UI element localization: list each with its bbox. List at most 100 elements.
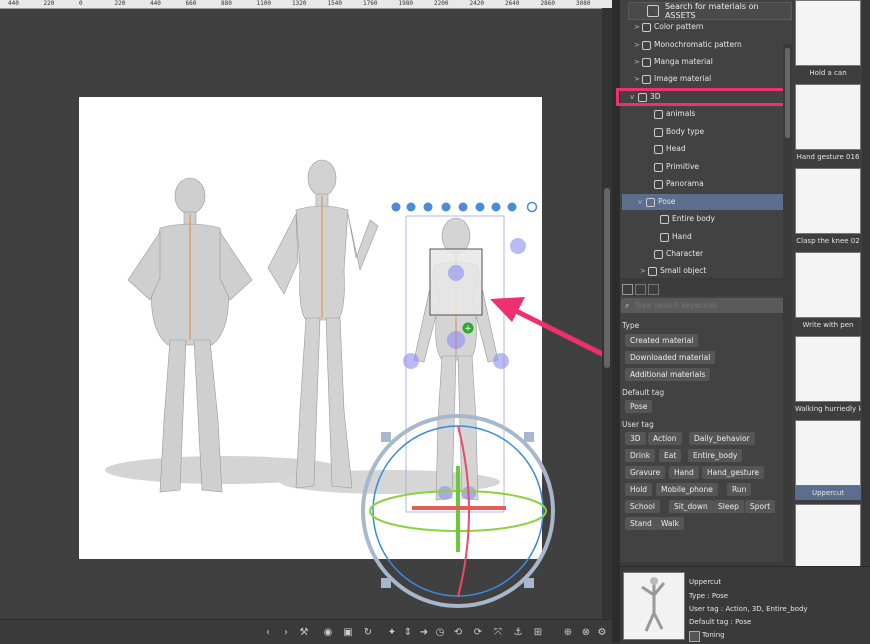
tag-button[interactable]: Mobile_phone bbox=[656, 483, 718, 496]
annotation-arrow bbox=[490, 297, 612, 362]
tag-button[interactable]: Hold bbox=[625, 483, 653, 496]
rotate-icon[interactable]: ↻ bbox=[360, 624, 376, 640]
search-assets-button[interactable]: Search for materials on ASSETS bbox=[628, 2, 792, 20]
tag-button[interactable]: Downloaded material bbox=[625, 351, 716, 364]
chevron-icon[interactable]: v bbox=[630, 89, 638, 105]
chevron-icon[interactable]: > bbox=[634, 54, 642, 70]
tag-button[interactable]: Eat bbox=[659, 449, 682, 462]
tree-item[interactable]: > Monochromatic pattern bbox=[634, 37, 742, 53]
reset-icon[interactable]: ⟲ bbox=[450, 624, 466, 640]
chevron-icon[interactable]: > bbox=[634, 71, 642, 87]
thumbnail-item[interactable]: Write with pen bbox=[795, 252, 861, 332]
lock-icon[interactable]: ⊕ bbox=[560, 624, 576, 640]
tree-item[interactable]: Body type bbox=[646, 124, 704, 140]
tree-item[interactable]: Entire body bbox=[652, 211, 715, 227]
camera-icon[interactable]: ◉ bbox=[320, 624, 336, 640]
tag-button[interactable]: Walk bbox=[656, 517, 684, 530]
anchor-icon[interactable]: ⚓ bbox=[510, 624, 526, 640]
folder-icon[interactable] bbox=[622, 284, 633, 295]
thumbnail-item[interactable]: Hold a can bbox=[795, 0, 861, 80]
toning-checkbox[interactable] bbox=[689, 631, 700, 642]
tag-button[interactable]: Hand bbox=[669, 466, 699, 479]
chevron-icon[interactable]: > bbox=[640, 263, 648, 279]
tag-scrollbar[interactable] bbox=[783, 296, 792, 562]
rotation-gizmo bbox=[361, 414, 555, 608]
thumbnail-item[interactable]: Clasp the knee 02 bbox=[795, 168, 861, 248]
tag-button[interactable]: Hand_gesture bbox=[702, 466, 765, 479]
tag-button[interactable]: Action bbox=[648, 432, 682, 445]
tag-button[interactable]: Created material bbox=[625, 334, 699, 347]
thumbnail-image bbox=[795, 252, 861, 318]
next-icon[interactable]: › bbox=[278, 624, 294, 640]
grid-icon[interactable]: ⊞ bbox=[530, 624, 546, 640]
folder-icon bbox=[642, 22, 651, 32]
tag-button[interactable]: Run bbox=[727, 483, 752, 496]
list-icon[interactable] bbox=[635, 284, 646, 295]
tag-button[interactable]: Stand bbox=[625, 517, 657, 530]
tree-item[interactable]: > Manga material bbox=[634, 54, 713, 70]
search-input[interactable] bbox=[632, 300, 777, 311]
frame-icon[interactable]: ▣ bbox=[340, 624, 356, 640]
tree-item[interactable]: > Image material bbox=[634, 71, 711, 87]
tree-item[interactable]: v Pose bbox=[638, 194, 675, 210]
canvas-vertical-scrollbar[interactable] bbox=[602, 8, 612, 620]
thumbnail-item[interactable]: Uppercut bbox=[795, 420, 861, 500]
tree-item-label: Image material bbox=[654, 74, 712, 83]
tree-item[interactable]: Primitive bbox=[646, 159, 699, 175]
settings-icon[interactable]: ⚙ bbox=[594, 624, 610, 640]
assets-icon bbox=[647, 5, 659, 17]
tag-button[interactable]: School bbox=[625, 500, 660, 513]
tree-item-label: Pose bbox=[658, 197, 676, 206]
pointer-icon[interactable]: ➜ bbox=[416, 624, 432, 640]
canvas-area[interactable]: 440 220 0 220 440 660 880 1100 1320 1540 1760 1980 2… bbox=[0, 0, 612, 644]
3d-scene[interactable]: + bbox=[0, 0, 612, 619]
folder-icon bbox=[648, 266, 657, 276]
tag-button[interactable]: 3D bbox=[625, 432, 646, 445]
thumbnail-item[interactable]: Walking hurriedly left bbox=[795, 336, 861, 416]
tree-scrollbar[interactable] bbox=[783, 44, 792, 278]
transform-icon[interactable]: ⤧ bbox=[490, 624, 506, 640]
thumbnail-image bbox=[795, 0, 861, 66]
pose-icon[interactable]: ✦ bbox=[384, 624, 400, 640]
tag-button[interactable]: Sleep bbox=[713, 500, 744, 513]
tree-item[interactable]: v 3D bbox=[630, 89, 661, 105]
tag-button[interactable]: Additional materials bbox=[625, 368, 711, 381]
tag-button[interactable]: Gravure bbox=[625, 466, 666, 479]
search-assets-label: Search for materials on ASSETS bbox=[664, 2, 759, 20]
search-bar[interactable]: ⌕ bbox=[621, 298, 791, 313]
search-icon: ⌕ bbox=[625, 300, 630, 310]
tree-item[interactable]: animals bbox=[646, 106, 695, 122]
tree-item[interactable]: Panorama bbox=[646, 176, 704, 192]
preview-figure bbox=[641, 577, 666, 632]
tag-button[interactable]: Pose bbox=[625, 400, 653, 413]
prev-icon[interactable]: ‹ bbox=[260, 624, 276, 640]
tag-button[interactable]: Entire_body bbox=[688, 449, 743, 462]
material-preview-image bbox=[623, 572, 685, 640]
thumbnail-item[interactable]: Hand gesture 016 bbox=[795, 84, 861, 164]
refresh-icon[interactable]: ⟳ bbox=[470, 624, 486, 640]
folder-icon bbox=[660, 214, 669, 224]
detail-icon[interactable] bbox=[648, 284, 659, 295]
clock-icon[interactable]: ◷ bbox=[432, 624, 448, 640]
tag-button[interactable]: Drink bbox=[625, 449, 656, 462]
detail-default-tag: Default tag : Pose bbox=[689, 618, 752, 626]
canvas-bottom-toolbar: ‹ › ⚒ ◉ ▣ ↻ ✦ ⇕ ➜ ◷ ⟲ ⟳ ⤧ ⚓ ⊞ ⊕ ⊗ ⚙ bbox=[0, 619, 612, 644]
tag-button[interactable]: Daily_behavior bbox=[689, 432, 755, 445]
stepper-icon[interactable]: ⇕ bbox=[400, 624, 416, 640]
section-label: Default tag bbox=[622, 388, 665, 397]
tree-item[interactable]: Hand bbox=[652, 229, 692, 245]
chevron-icon[interactable]: > bbox=[634, 37, 642, 53]
folder-icon bbox=[654, 144, 663, 154]
3d-manipulator-toolbar bbox=[391, 201, 538, 213]
thumbnail-scrollbar[interactable] bbox=[862, 0, 870, 562]
tag-button[interactable]: Sport bbox=[745, 500, 776, 513]
snap-icon[interactable]: ⊗ bbox=[578, 624, 594, 640]
tree-item[interactable]: Head bbox=[646, 141, 686, 157]
tree-item[interactable]: > Color pattern bbox=[634, 19, 704, 35]
chevron-icon[interactable]: > bbox=[634, 19, 642, 35]
tree-item[interactable]: > Small object bbox=[640, 263, 706, 279]
chevron-icon[interactable]: v bbox=[638, 194, 646, 210]
tree-item[interactable]: Character bbox=[646, 246, 703, 262]
tag-button[interactable]: Sit_down bbox=[669, 500, 713, 513]
tool-icon[interactable]: ⚒ bbox=[296, 624, 312, 640]
